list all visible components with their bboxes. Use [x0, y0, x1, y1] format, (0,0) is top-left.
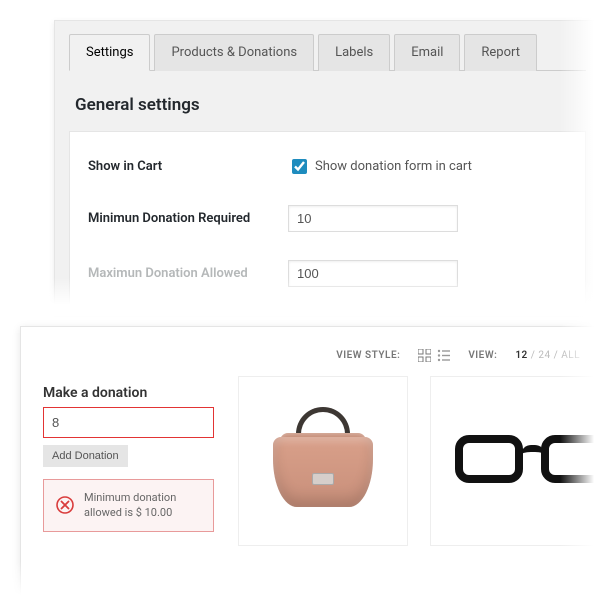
donation-title: Make a donation [43, 385, 214, 401]
list-view-icon[interactable] [437, 349, 450, 362]
row-min-donation: Minimun Donation Required [84, 191, 571, 246]
checkbox-show-donation-form[interactable] [292, 159, 307, 174]
input-max-donation[interactable] [288, 260, 458, 287]
general-settings-form: Show in Cart Show donation form in cart … [69, 131, 586, 310]
donation-error-box: Minimum donation allowed is $ 10.00 [43, 479, 214, 532]
label-max-donation: Maximun Donation Allowed [88, 266, 288, 281]
shop-frontend-panel: Make a donation Add Donation Minimum don… [20, 326, 600, 601]
add-donation-button[interactable]: Add Donation [43, 445, 128, 467]
tab-settings[interactable]: Settings [69, 34, 150, 71]
settings-tabs: Settings Products & Donations Labels Ema… [69, 33, 586, 71]
admin-settings-panel: Settings Products & Donations Labels Ema… [54, 20, 600, 310]
label-show-in-cart: Show in Cart [88, 159, 288, 174]
product-grid [238, 376, 600, 546]
product-card-handbag[interactable] [238, 376, 408, 546]
glasses-image [465, 431, 600, 491]
donation-error-text: Minimum donation allowed is $ 10.00 [84, 490, 201, 521]
row-show-in-cart: Show in Cart Show donation form in cart [84, 142, 571, 191]
row-max-donation: Maximun Donation Allowed [84, 246, 571, 301]
view-style-label: VIEW STYLE: [336, 350, 400, 361]
view-option-12[interactable]: 12 [515, 350, 527, 361]
section-title: General settings [75, 95, 586, 115]
error-x-icon [56, 496, 74, 514]
tab-labels[interactable]: Labels [318, 34, 390, 71]
view-count-options: 12 / 24 / ALL [515, 350, 580, 361]
view-option-24[interactable]: 24 [538, 350, 550, 361]
product-card-glasses[interactable] [430, 376, 600, 546]
donation-widget: Make a donation Add Donation Minimum don… [43, 349, 214, 546]
grid-view-icon[interactable] [418, 349, 431, 362]
listing-toolbar: VIEW STYLE: VIEW: 12 [238, 349, 600, 376]
label-min-donation: Minimun Donation Required [88, 211, 288, 226]
checkbox-label: Show donation form in cart [315, 159, 472, 174]
view-count-label: VIEW: [468, 350, 497, 361]
donation-amount-input[interactable] [43, 407, 214, 438]
product-listing: VIEW STYLE: VIEW: 12 [238, 349, 600, 546]
view-option-all[interactable]: ALL [561, 350, 580, 361]
tab-report[interactable]: Report [464, 34, 537, 71]
handbag-image [268, 411, 378, 511]
input-min-donation[interactable] [288, 205, 458, 232]
tab-products-donations[interactable]: Products & Donations [154, 34, 314, 71]
tab-email[interactable]: Email [394, 34, 460, 71]
